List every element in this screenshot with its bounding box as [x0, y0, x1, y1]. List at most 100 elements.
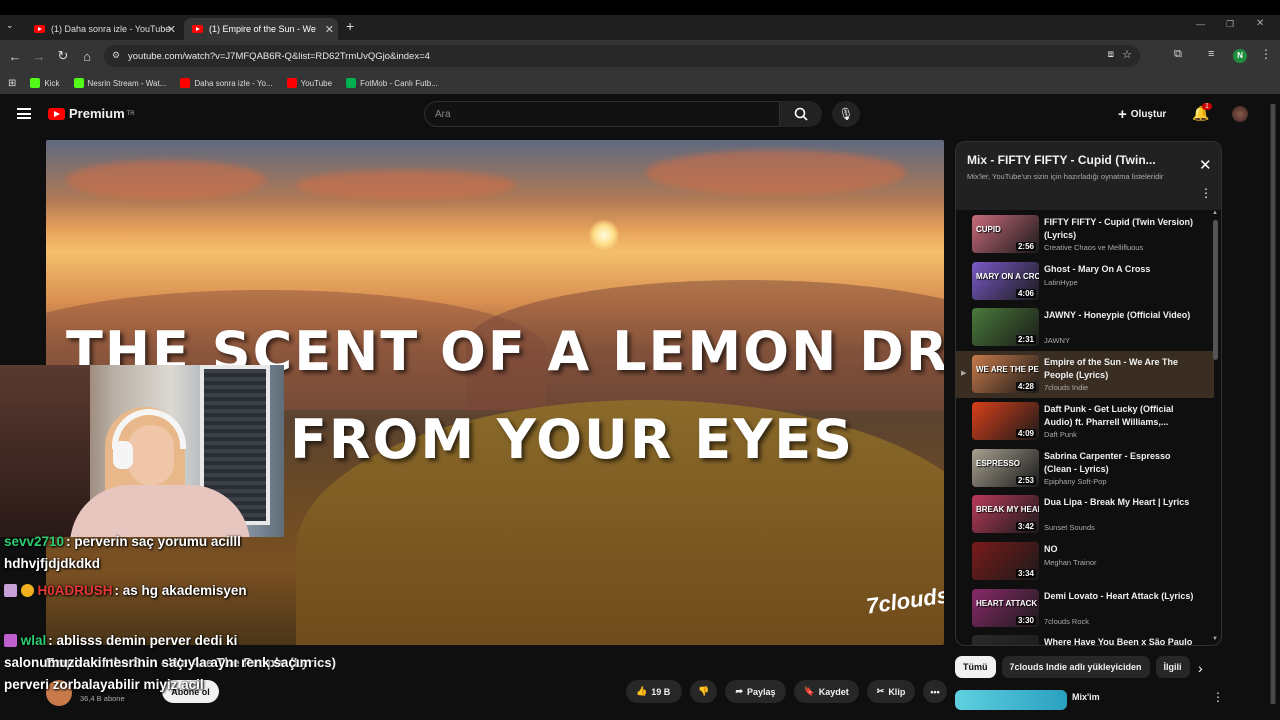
- tab-list-chevron-icon[interactable]: ⌄: [6, 20, 14, 31]
- chip-related[interactable]: İlgili: [1155, 656, 1190, 678]
- scroll-up-icon[interactable]: ▲: [1212, 210, 1218, 216]
- recommended-more-icon[interactable]: ⋮: [1212, 690, 1224, 704]
- thumbnail-text: BREAK MY HEART: [976, 505, 1039, 515]
- playlist-more-icon[interactable]: ⋮: [1200, 186, 1212, 200]
- playlist-item[interactable]: ▶ WE ARE THE PEOPLE 4:28 Empire of the Sun …: [956, 351, 1214, 399]
- playlist-item[interactable]: MARY ON A CROSS 4:06 Ghost - Mary On A Cro…: [956, 258, 1214, 305]
- search-icon: [794, 107, 808, 121]
- playlist-item[interactable]: 3:34 NO Meghan Trainor: [956, 538, 1214, 585]
- back-icon[interactable]: ←: [3, 49, 27, 64]
- profile-avatar[interactable]: N: [1233, 49, 1247, 63]
- reload-icon[interactable]: ↻: [51, 48, 75, 64]
- chevron-right-icon[interactable]: ›: [1198, 660, 1203, 676]
- bookmark-star-icon[interactable]: ☆: [1122, 48, 1132, 61]
- playlist-item-thumbnail: 4:09: [972, 401, 1039, 440]
- notification-count-badge: 1: [1202, 103, 1212, 110]
- playlist-item[interactable]: ESPRESSO 2:53 Sabrina Carpenter - Espresso…: [956, 445, 1214, 492]
- bookmark-watch-later[interactable]: Daha sonra izle - Yo...: [180, 78, 273, 88]
- playlist-item[interactable]: HEART ATTACK 3:30 Demi Lovato - Heart Atta…: [956, 585, 1214, 632]
- recommended-title[interactable]: Mix'im: [1072, 692, 1100, 702]
- playlist-item[interactable]: BREAK MY HEART 3:42 Dua Lipa - Break My He…: [956, 491, 1214, 538]
- playlist-item-thumbnail: [972, 635, 1039, 645]
- search-input[interactable]: Ara: [424, 101, 780, 127]
- bookmark-youtube[interactable]: YouTube: [286, 78, 332, 88]
- sun: [589, 220, 619, 250]
- voice-search-button[interactable]: 🎙: [832, 101, 860, 127]
- duration-badge: 4:06: [1015, 288, 1036, 298]
- create-button[interactable]: + Oluştur: [1118, 106, 1166, 123]
- close-window-icon[interactable]: ✕: [1256, 18, 1264, 29]
- browser-menu-icon[interactable]: ⋮: [1260, 47, 1272, 61]
- clip-button[interactable]: ✂ Klip: [866, 680, 916, 703]
- like-button[interactable]: 👍 19 B: [626, 680, 683, 703]
- tab-watch-later[interactable]: (1) Daha sonra izle - YouTube ✕: [26, 18, 180, 40]
- playlist-title[interactable]: Mix - FIFTY FIFTY - Cupid (Twin...: [967, 153, 1177, 167]
- scroll-down-icon[interactable]: ▼: [1212, 636, 1218, 642]
- playlist-item-thumbnail: 3:34: [972, 541, 1039, 580]
- youtube-icon: [286, 78, 297, 88]
- video-actions: 👍 19 B 👎 ➦ Paylaş 🔖 Kaydet ✂ Klip •••: [626, 680, 947, 703]
- bookmark-icon: 🔖: [803, 686, 815, 696]
- playlist-item-channel: Daft Punk: [1044, 429, 1077, 439]
- account-avatar[interactable]: [1232, 106, 1248, 122]
- install-app-icon[interactable]: ⧈: [1108, 49, 1114, 60]
- thumbnail-text: WE ARE THE PEOPLE: [976, 365, 1039, 375]
- minimize-icon[interactable]: —: [1196, 19, 1205, 29]
- youtube-premium-logo[interactable]: Premium TR: [48, 106, 135, 121]
- site-info-icon[interactable]: ⚙: [112, 50, 120, 61]
- save-label: Kaydet: [818, 686, 849, 697]
- extensions-icon[interactable]: ⧉: [1174, 48, 1182, 61]
- chip-all[interactable]: Tümü: [955, 656, 996, 678]
- duration-badge: 4:09: [1015, 428, 1036, 438]
- menu-icon[interactable]: [17, 108, 31, 119]
- save-button[interactable]: 🔖 Kaydet: [793, 680, 859, 703]
- close-tab-icon[interactable]: ✕: [167, 23, 176, 36]
- playlist-item[interactable]: 4:09 Daft Punk - Get Lucky (Official Audi…: [956, 398, 1214, 445]
- apps-grid-icon[interactable]: ⊞: [8, 78, 16, 89]
- playlist-item[interactable]: CUPID 2:56 FIFTY FIFTY - Cupid (Twin Versi…: [956, 211, 1214, 258]
- chip-from-uploader[interactable]: 7clouds Indie adlı yükleyiciden: [1001, 656, 1150, 678]
- more-actions-button[interactable]: •••: [923, 680, 947, 703]
- playlist-item-title: Where Have You Been x São Paulo Mashup (…: [1044, 637, 1193, 646]
- new-tab-button[interactable]: +: [346, 18, 354, 34]
- tab-empire-of-the-sun[interactable]: (1) Empire of the Sun - We Are ✕: [184, 18, 338, 40]
- bookmark-label: Daha sonra izle - Yo...: [194, 78, 273, 88]
- wall-shelf: [0, 365, 90, 537]
- playlist-item[interactable]: Where Have You Been x São Paulo Mashup (…: [956, 631, 1214, 646]
- forward-icon[interactable]: →: [27, 49, 51, 64]
- media-icon[interactable]: ≡: [1208, 48, 1214, 60]
- playlist-item[interactable]: 2:31 JAWNY - Honeypie (Official Video) JAW…: [956, 304, 1214, 351]
- bookmark-kick[interactable]: Kick: [30, 78, 60, 88]
- close-playlist-icon[interactable]: ✕: [1199, 156, 1212, 174]
- tab-title: (1) Daha sonra izle - YouTube: [51, 24, 171, 34]
- duration-badge: 2:53: [1015, 475, 1036, 485]
- chat-badge-icon: [4, 584, 17, 597]
- mix-playlist-panel: Mix - FIFTY FIFTY - Cupid (Twin... Mix'l…: [955, 141, 1222, 646]
- dislike-button[interactable]: 👎: [690, 680, 718, 703]
- restore-icon[interactable]: ❐: [1226, 19, 1234, 30]
- playlist-item-title: JAWNY - Honeypie (Official Video): [1044, 310, 1191, 321]
- home-icon[interactable]: ⌂: [75, 49, 99, 64]
- bookmark-nesrin-stream[interactable]: Nesrin Stream - Wat...: [73, 78, 166, 88]
- bookmark-fotmob[interactable]: FotMob - Canlı Futb...: [346, 78, 438, 88]
- thumbs-down-icon: 👎: [698, 686, 710, 696]
- playlist-item-thumbnail: HEART ATTACK 3:30: [972, 588, 1039, 627]
- page-scrollbar[interactable]: [1271, 104, 1275, 704]
- youtube-icon: [180, 78, 191, 88]
- share-button[interactable]: ➦ Paylaş: [725, 680, 786, 703]
- playlist-item-title: Daft Punk - Get Lucky (Official Audio) f…: [1044, 403, 1174, 427]
- logo-text: Premium: [69, 106, 125, 121]
- tab-title: (1) Empire of the Sun - We Are: [209, 24, 317, 34]
- duration-badge: 2:31: [1015, 335, 1036, 345]
- create-label: Oluştur: [1130, 109, 1167, 120]
- kick-icon: [73, 78, 84, 88]
- playlist-item-channel: 7clouds Indie: [1044, 383, 1089, 393]
- recommended-thumbnail[interactable]: [955, 690, 1067, 710]
- playlist-subtitle: Mix'ler, YouTube'un sizin için hazırladı…: [967, 172, 1164, 181]
- search-button[interactable]: [780, 101, 822, 127]
- microphone-icon: 🎙: [838, 107, 854, 121]
- close-tab-icon[interactable]: ✕: [325, 23, 334, 36]
- playlist-scrollbar[interactable]: [1213, 220, 1218, 360]
- now-playing-icon: ▶: [961, 370, 967, 378]
- address-bar[interactable]: ⚙ youtube.com/watch?v=J7MFQAB6R-Q&list=R…: [104, 45, 1140, 67]
